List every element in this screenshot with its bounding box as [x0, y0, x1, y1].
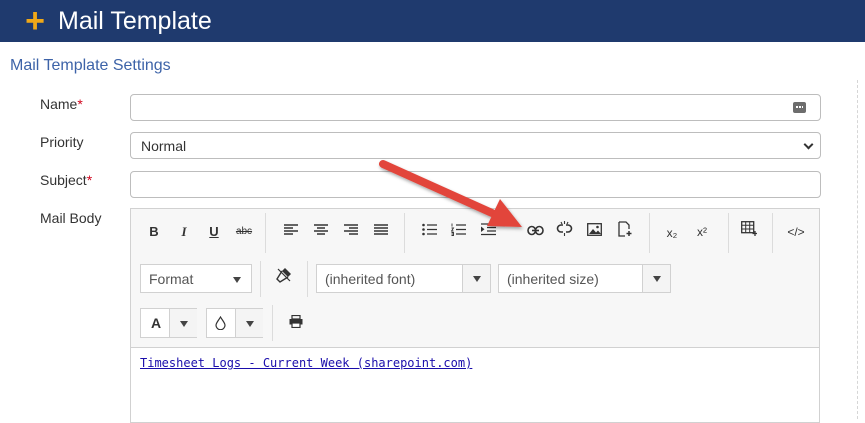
- annotation-arrow: [379, 160, 522, 227]
